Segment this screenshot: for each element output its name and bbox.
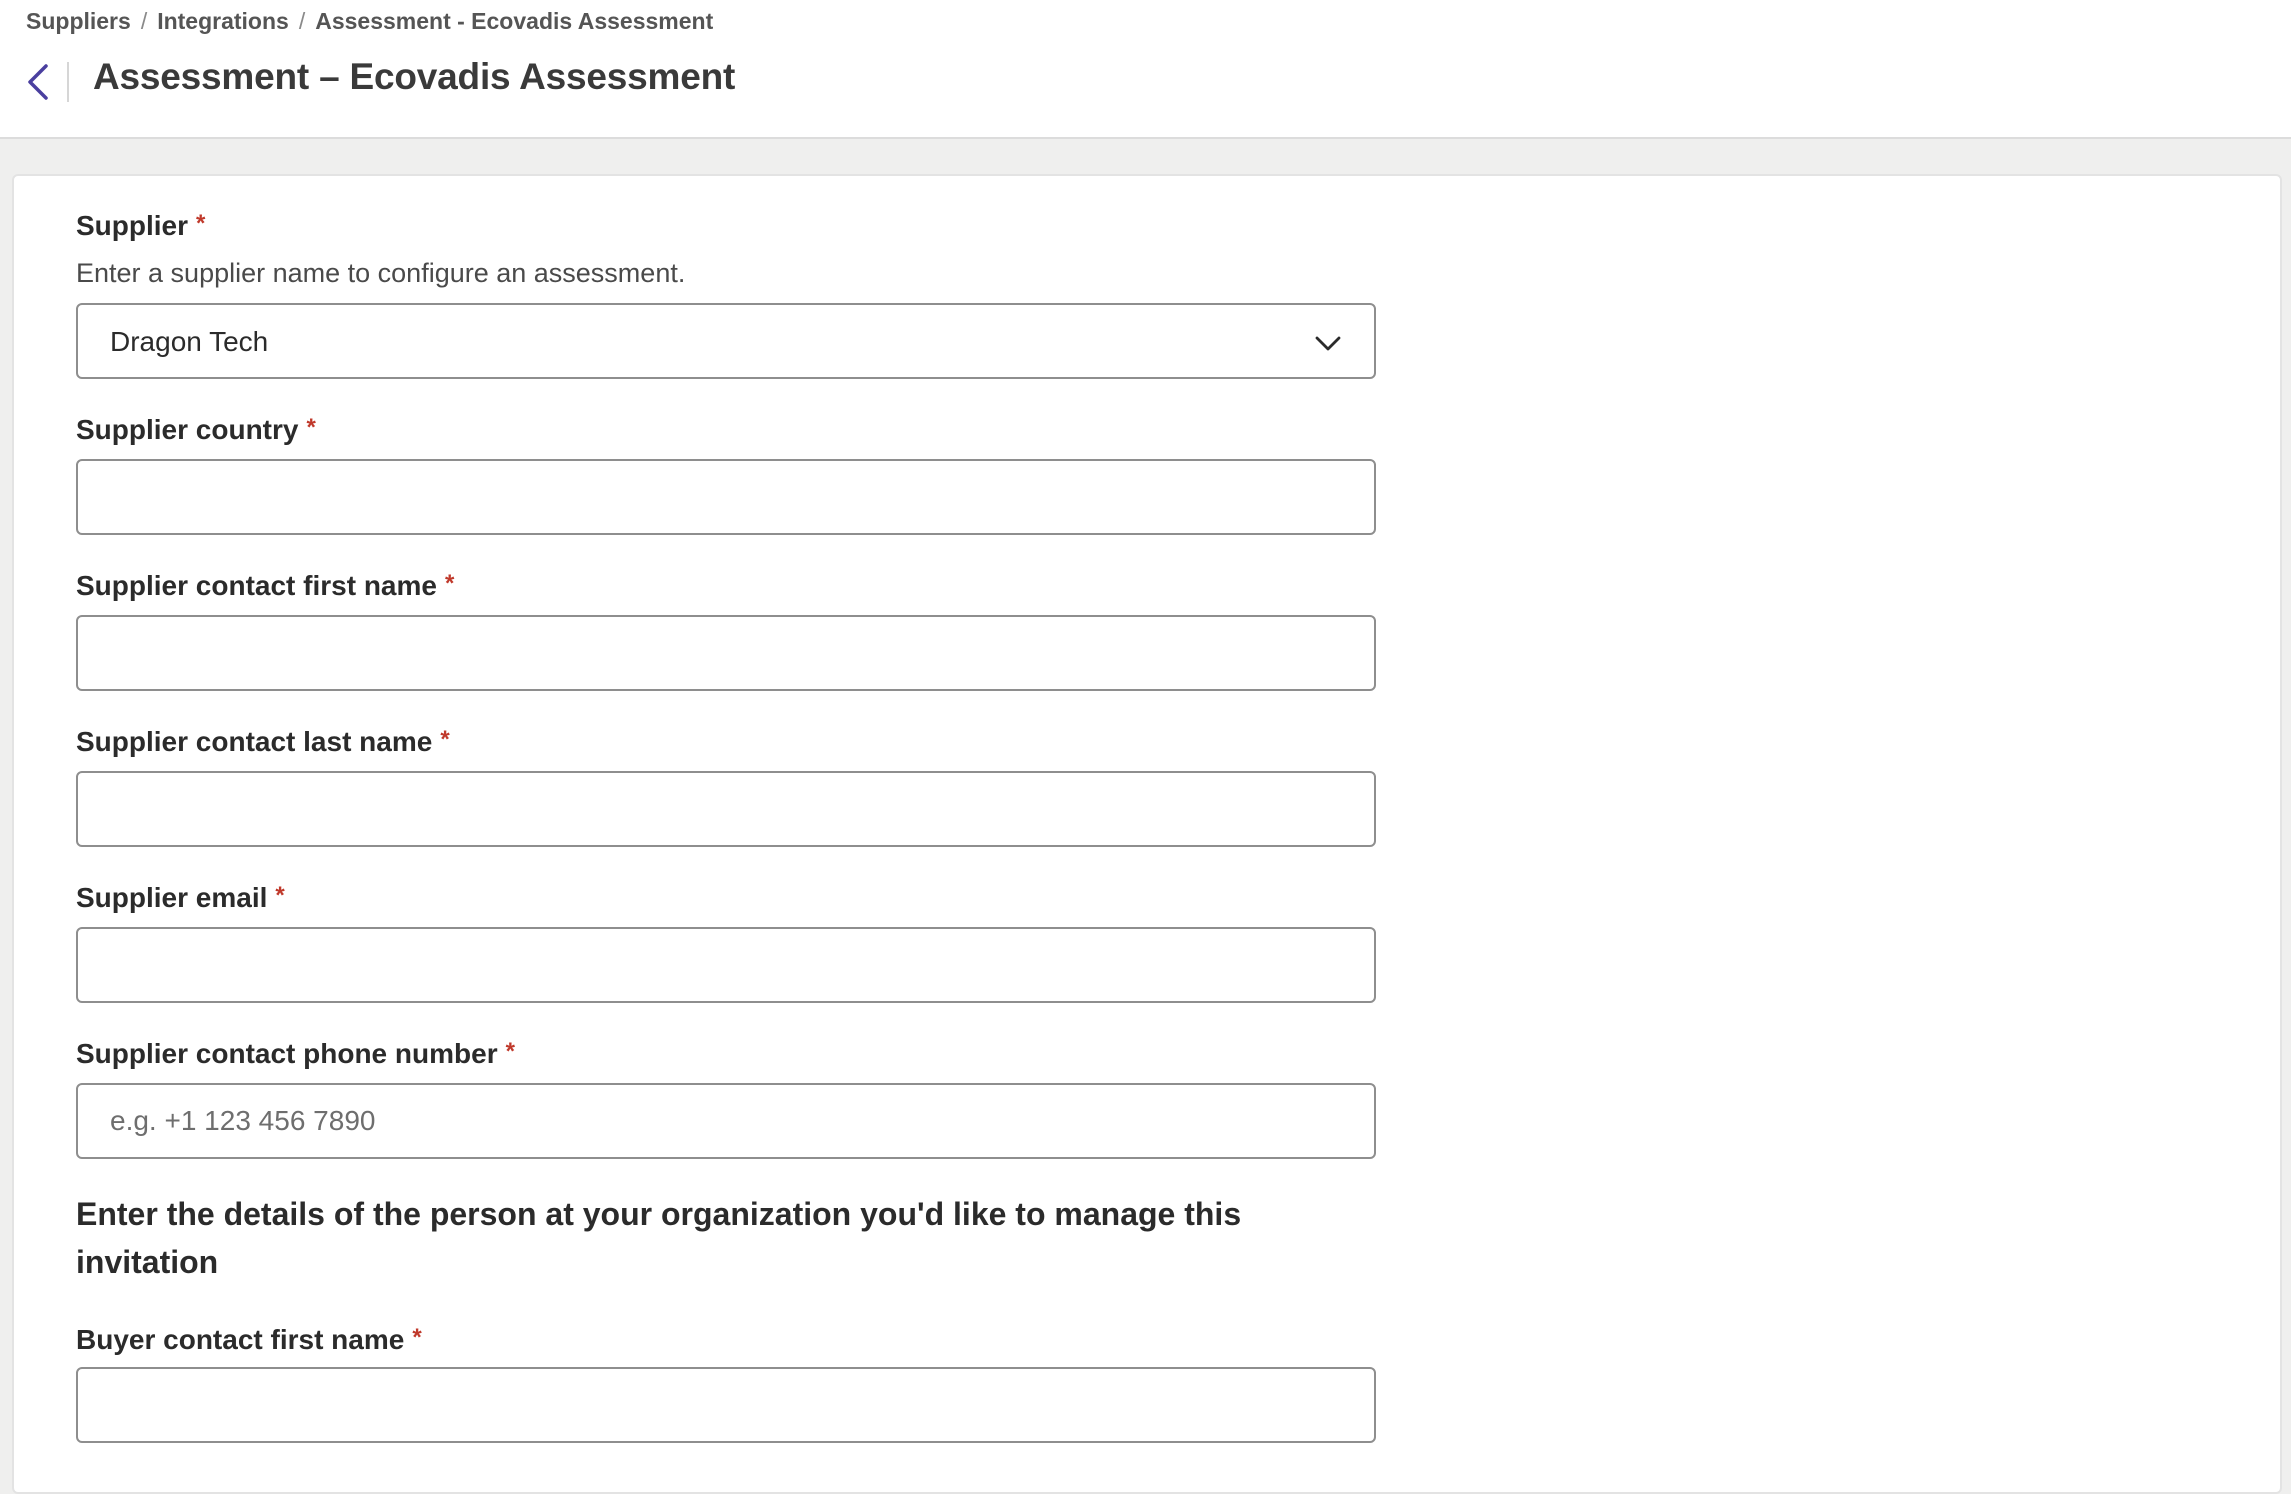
required-marker: * <box>444 570 455 597</box>
supplier-country-label: Supplier country * <box>76 414 316 446</box>
supplier-label-text: Supplier <box>76 210 189 241</box>
contact-last-name-input[interactable] <box>76 771 1376 847</box>
phone-label-text: Supplier contact phone number <box>76 1038 498 1069</box>
required-marker: * <box>196 210 206 237</box>
supplier-email-label-text: Supplier email <box>76 882 268 913</box>
supplier-email-input[interactable] <box>76 927 1376 1003</box>
phone-label: Supplier contact phone number * <box>76 1038 515 1070</box>
chevron-down-icon <box>1315 336 1341 351</box>
breadcrumb-current: Assessment - Ecovadis Assessment <box>315 8 714 34</box>
supplier-select[interactable]: Dragon Tech <box>76 303 1376 379</box>
header-divider <box>67 62 69 102</box>
required-marker: * <box>440 726 450 753</box>
supplier-country-input[interactable] <box>76 459 1376 535</box>
breadcrumb-separator: / <box>298 8 306 34</box>
required-marker: * <box>275 882 285 909</box>
contact-first-name-input[interactable] <box>76 615 1376 691</box>
contact-last-name-label-text: Supplier contact last name <box>76 726 433 757</box>
breadcrumb: Suppliers / Integrations / Assessment - Ecov… <box>26 8 713 35</box>
supplier-help-text: Enter a supplier name to configure an as… <box>76 258 686 288</box>
buyer-first-name-input[interactable] <box>76 1367 1376 1443</box>
contact-first-name-label-text: Supplier contact first name <box>76 570 437 601</box>
chevron-left-icon <box>28 64 48 100</box>
phone-input[interactable] <box>76 1083 1376 1159</box>
required-marker: * <box>505 1038 515 1065</box>
page-header: Suppliers / Integrations / Assessment - Ecov… <box>0 0 2291 139</box>
supplier-country-label-text: Supplier country <box>76 414 299 445</box>
breadcrumb-separator: / <box>140 8 148 34</box>
required-marker: * <box>412 1324 422 1351</box>
supplier-select-value: Dragon Tech <box>110 326 269 357</box>
contact-last-name-label: Supplier contact last name * <box>76 726 450 758</box>
buyer-first-name-label: Buyer contact first name * <box>76 1324 422 1356</box>
required-marker: * <box>306 414 316 441</box>
contact-first-name-label: Supplier contact first name * <box>76 570 454 602</box>
page-title: Assessment – Ecovadis Assessment <box>93 56 736 97</box>
supplier-email-label: Supplier email * <box>76 882 285 914</box>
breadcrumb-integrations[interactable]: Integrations <box>157 8 289 34</box>
supplier-label: Supplier * <box>76 210 205 242</box>
back-button[interactable] <box>18 56 62 108</box>
buyer-first-name-label-text: Buyer contact first name <box>76 1324 405 1355</box>
breadcrumb-suppliers[interactable]: Suppliers <box>26 8 131 34</box>
buyer-section-heading: Enter the details of the person at your … <box>76 1196 1242 1280</box>
